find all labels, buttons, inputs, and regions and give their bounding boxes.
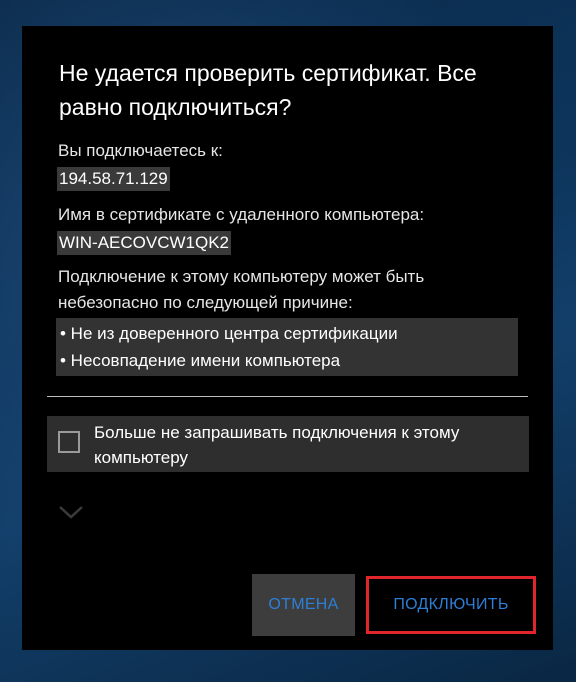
cert-name-value: WIN-AECOVCW1QK2: [57, 231, 232, 255]
cancel-button[interactable]: ОТМЕНА: [252, 574, 355, 636]
connecting-to-label: Вы подключаетесь к:: [58, 141, 223, 160]
chevron-down-icon[interactable]: [58, 504, 84, 520]
reasons-list: • Не из доверенного центра сертификации …: [56, 318, 518, 376]
dont-ask-again-checkbox[interactable]: [58, 431, 80, 453]
cert-name-label: Имя в сертификате с удаленного компьютер…: [58, 205, 425, 224]
dont-ask-again-label[interactable]: Больше не запрашивать подключения к этом…: [94, 420, 529, 470]
dont-ask-again-option[interactable]: Больше не запрашивать подключения к этом…: [47, 416, 529, 472]
reason-item-untrusted-ca: • Не из доверенного центра сертификации: [60, 324, 398, 343]
divider: [47, 396, 528, 397]
reason-item-name-mismatch: • Несовпадение имени компьютера: [60, 351, 341, 370]
connect-button[interactable]: ПОДКЛЮЧИТЬ: [366, 576, 536, 634]
certificate-warning-dialog: Не удается проверить сертификат. Все рав…: [22, 26, 553, 650]
connecting-to-value: 194.58.71.129: [57, 167, 170, 191]
reason-intro-text: Подключение к этому компьютеру может быт…: [58, 267, 425, 312]
dialog-title: Не удается проверить сертификат. Все рав…: [59, 60, 477, 120]
